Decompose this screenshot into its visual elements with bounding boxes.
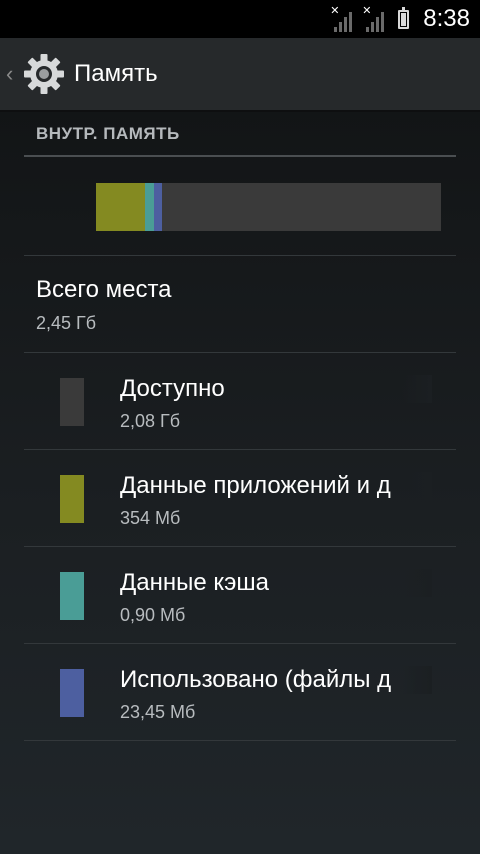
color-swatch	[60, 475, 84, 523]
action-bar: ‹ Память	[0, 38, 480, 112]
storage-item-value: 354 Мб	[120, 508, 181, 528]
storage-item-available[interactable]: Доступно 2,08 Гб	[0, 353, 480, 450]
color-swatch	[60, 669, 84, 717]
storage-item-value: 0,90 Мб	[120, 605, 186, 625]
storage-item-misc[interactable]: Использовано (файлы д 23,45 Мб	[0, 644, 480, 741]
storage-item-label: Доступно	[120, 375, 432, 403]
storage-item-value: 2,08 Гб	[120, 411, 181, 431]
section-divider	[24, 155, 456, 157]
divider	[24, 255, 456, 256]
storage-item-label: Данные приложений и д	[120, 472, 432, 500]
storage-item-value: 23,45 Мб	[120, 702, 196, 722]
storage-item-label: Данные кэша	[120, 569, 432, 597]
status-bar: ✕ ✕ 8:38	[0, 0, 480, 38]
battery-icon	[398, 6, 410, 29]
signal-icon: ✕	[362, 4, 386, 32]
signal-icon: ✕	[330, 4, 354, 32]
total-space-label: Всего места	[36, 276, 172, 303]
page-title: Память	[74, 60, 158, 87]
gear-icon[interactable]	[22, 52, 66, 96]
storage-usage-bar	[96, 183, 441, 231]
storage-item-cache[interactable]: Данные кэша 0,90 Мб	[0, 547, 480, 644]
usage-segment-cache	[145, 183, 154, 231]
total-space-value: 2,45 Гб	[36, 313, 97, 333]
back-caret-icon[interactable]: ‹	[6, 61, 16, 87]
divider	[24, 740, 456, 741]
storage-item-apps[interactable]: Данные приложений и д 354 Мб	[0, 450, 480, 547]
section-header: ВНУТР. ПАМЯТЬ	[36, 124, 180, 143]
usage-segment-apps	[96, 183, 145, 231]
storage-item-label: Использовано (файлы д	[120, 666, 432, 694]
color-swatch	[60, 572, 84, 620]
status-clock: 8:38	[423, 5, 470, 32]
usage-segment-misc	[154, 183, 162, 231]
color-swatch	[60, 378, 84, 426]
usage-segment-available	[162, 183, 441, 231]
